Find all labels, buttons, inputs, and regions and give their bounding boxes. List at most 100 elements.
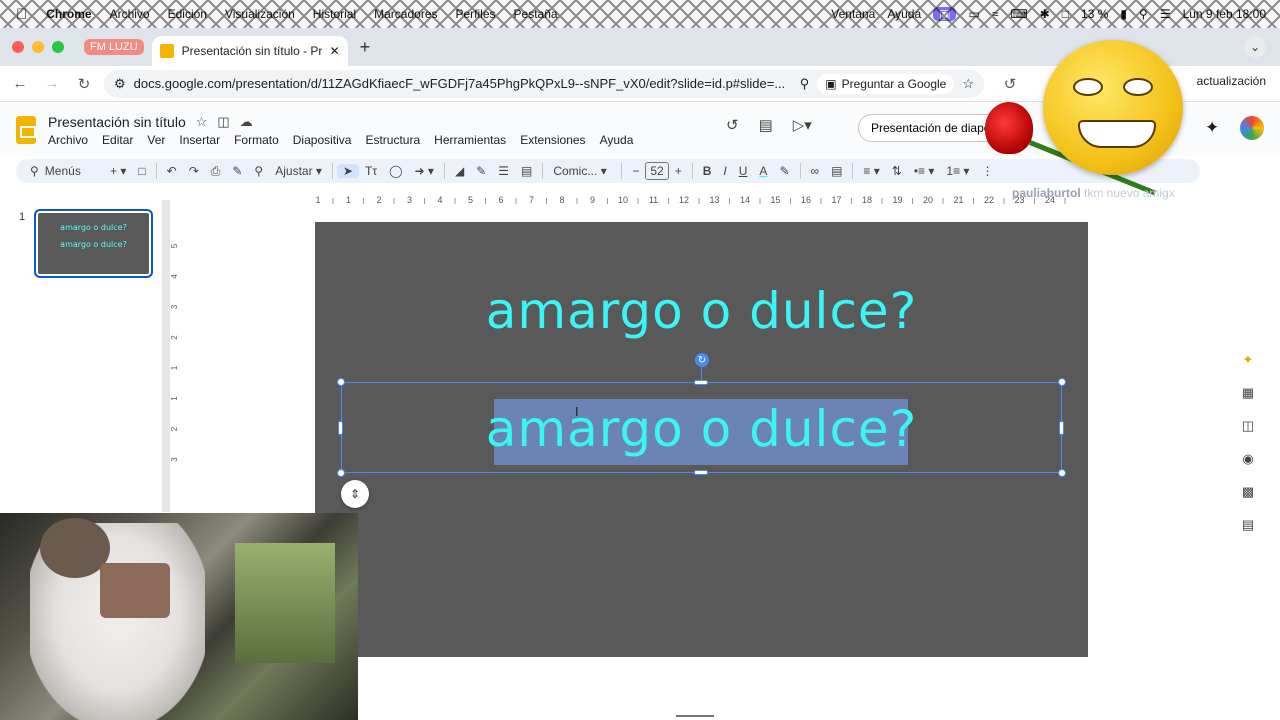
wifi-icon[interactable]: ≈ — [992, 7, 999, 21]
paint-format-icon[interactable]: ✎ — [226, 164, 248, 178]
menu-archivo[interactable]: Archivo — [48, 133, 88, 147]
bold-icon[interactable]: B — [697, 164, 718, 178]
resize-handle-bl[interactable] — [337, 469, 345, 477]
document-title[interactable]: Presentación sin título — [48, 114, 186, 130]
new-slide-icon[interactable]: + ▾ — [104, 164, 132, 178]
chevron-down-icon[interactable]: ⌄ — [1244, 36, 1266, 58]
browser-tab[interactable]: Presentación sin título - Prese ✕ — [151, 36, 348, 66]
textbox-icon[interactable]: Tτ — [359, 164, 383, 178]
clock[interactable]: Lun 9 feb 18:00 — [1183, 7, 1266, 21]
more-options-icon[interactable]: ⋮ — [975, 164, 999, 178]
menubar-item-marcadores[interactable]: Marcadores — [365, 7, 446, 21]
gemini-spark-icon[interactable]: ✦ — [1243, 352, 1254, 368]
resize-handle-right[interactable] — [1059, 421, 1064, 435]
close-tab-icon[interactable]: ✕ — [330, 44, 340, 58]
menubar-item-perfiles[interactable]: Perfiles — [447, 7, 505, 21]
back-icon[interactable]: ← — [8, 75, 32, 92]
site-info-icon[interactable]: ⚙ — [114, 76, 126, 92]
menu-ayuda[interactable]: Ayuda — [600, 133, 634, 147]
mirror-icon[interactable]: □ — [1062, 7, 1069, 21]
border-weight-icon[interactable]: ☰ — [492, 164, 515, 178]
meet-icon[interactable]: ▷▾ — [793, 116, 812, 134]
font-select[interactable]: Comic... ▾ — [547, 164, 617, 178]
cloud-status-icon[interactable]: ☁ — [240, 114, 253, 130]
display-icon[interactable]: ▭ — [968, 7, 979, 21]
redo-icon[interactable]: ↷ — [183, 164, 205, 178]
menus-search[interactable]: ⚲ Menús — [24, 164, 104, 178]
menubar-item-ayuda[interactable]: Ayuda — [887, 7, 921, 21]
decrease-font-size-icon[interactable]: − — [626, 164, 645, 178]
rotate-handle-icon[interactable]: ↻ — [695, 353, 709, 367]
link-icon[interactable]: ∞ — [805, 164, 826, 178]
profile-chip[interactable]: FM LUZU — [84, 39, 144, 55]
border-dash-icon[interactable]: ▤ — [515, 164, 538, 178]
url-text[interactable]: docs.google.com/presentation/d/11ZAGdKfi… — [134, 76, 792, 91]
record-icon[interactable]: ◉ — [1242, 451, 1253, 467]
speaker-notes-handle[interactable] — [676, 715, 714, 717]
resize-handle-br[interactable] — [1058, 469, 1066, 477]
menubar-item-archivo[interactable]: Archivo — [101, 7, 159, 21]
minimize-window-button[interactable] — [32, 41, 44, 53]
search-icon[interactable]: ⚲ — [1139, 7, 1148, 21]
italic-icon[interactable]: I — [717, 164, 732, 178]
forward-icon[interactable]: → — [40, 75, 64, 92]
notes-icon[interactable]: ▤ — [1242, 517, 1254, 533]
maximize-window-button[interactable] — [52, 41, 64, 53]
menubar-item-ventana[interactable]: Ventana — [831, 7, 875, 21]
select-tool-icon[interactable]: ➤ — [336, 164, 359, 178]
print-icon[interactable]: ⎙ — [205, 164, 227, 179]
zoom-search-icon[interactable]: ⚲ — [800, 76, 810, 92]
new-tab-icon[interactable]: + — [360, 37, 371, 58]
layout-icon[interactable]: □ — [132, 164, 151, 178]
autofit-icon[interactable]: ⇕ — [341, 480, 369, 508]
menu-formato[interactable]: Formato — [234, 133, 279, 147]
comment-icon[interactable]: ▤ — [825, 164, 848, 178]
bulleted-list-icon[interactable]: •≡ ▾ — [908, 164, 941, 178]
star-icon[interactable]: ☆ — [196, 114, 208, 130]
menubar-app-name[interactable]: Chrome — [37, 7, 100, 21]
ask-google-button[interactable]: ▣ Preguntar a Google — [817, 73, 955, 94]
font-size-input[interactable]: 52 — [645, 162, 669, 180]
slide-title-text[interactable]: amargo o dulce? — [315, 282, 1088, 340]
align-icon[interactable]: ≡ ▾ — [857, 164, 885, 178]
underline-icon[interactable]: U — [733, 164, 754, 178]
text-color-icon[interactable]: A — [753, 164, 773, 178]
drive-folder-icon[interactable]: ◫ — [1242, 418, 1254, 434]
control-center-icon[interactable]: ☰ — [1160, 7, 1171, 21]
resize-handle-tl[interactable] — [337, 378, 345, 386]
slide-thumbnail[interactable]: amargo o dulce? amargo o dulce? — [34, 209, 153, 278]
undo-icon[interactable]: ↶ — [161, 164, 183, 178]
filmstrip-scrollbar[interactable] — [162, 200, 170, 512]
close-window-button[interactable] — [12, 41, 24, 53]
battery-percent[interactable]: 13 % — [1081, 7, 1108, 21]
menubar-item-historial[interactable]: Historial — [304, 7, 365, 21]
menu-editar[interactable]: Editar — [102, 133, 133, 147]
keyboard-icon[interactable]: ⌨ — [1010, 7, 1027, 21]
border-color-icon[interactable]: ✎ — [470, 164, 492, 178]
menu-estructura[interactable]: Estructura — [365, 133, 420, 147]
extensions-icon[interactable]: ↺ — [998, 75, 1022, 93]
highlight-icon[interactable]: ✎ — [773, 164, 795, 178]
resize-handle-top[interactable] — [694, 380, 708, 385]
keep-icon[interactable]: ▦ — [1242, 385, 1254, 401]
apple-icon[interactable]:  — [0, 6, 37, 23]
omnibox[interactable]: ⚙ docs.google.com/presentation/d/11ZAGdK… — [104, 69, 984, 98]
line-spacing-icon[interactable]: ⇅ — [886, 164, 908, 178]
fill-color-icon[interactable]: ◢ — [449, 164, 470, 178]
resize-handle-left[interactable] — [338, 421, 343, 435]
bluetooth-icon[interactable]: ✱ — [1040, 7, 1050, 21]
comments-icon[interactable]: ▤ — [759, 116, 773, 134]
menu-ver[interactable]: Ver — [147, 133, 165, 147]
zoom-icon[interactable]: ⚲ — [248, 164, 269, 178]
bookmark-star-icon[interactable]: ☆ — [962, 76, 974, 92]
avatar[interactable] — [1240, 116, 1264, 140]
line-icon[interactable]: ➜ ▾ — [409, 164, 440, 178]
version-history-icon[interactable]: ↺ — [726, 116, 739, 134]
menubar-item-edicion[interactable]: Edición — [159, 7, 216, 21]
menu-diapositiva[interactable]: Diapositiva — [293, 133, 352, 147]
increase-font-size-icon[interactable]: + — [669, 164, 688, 178]
slides-logo-icon[interactable] — [16, 116, 36, 144]
screen-record-icon[interactable]: ▣ — [933, 7, 957, 21]
menu-extensiones[interactable]: Extensiones — [520, 133, 585, 147]
update-button[interactable]: actualización — [1197, 74, 1266, 88]
